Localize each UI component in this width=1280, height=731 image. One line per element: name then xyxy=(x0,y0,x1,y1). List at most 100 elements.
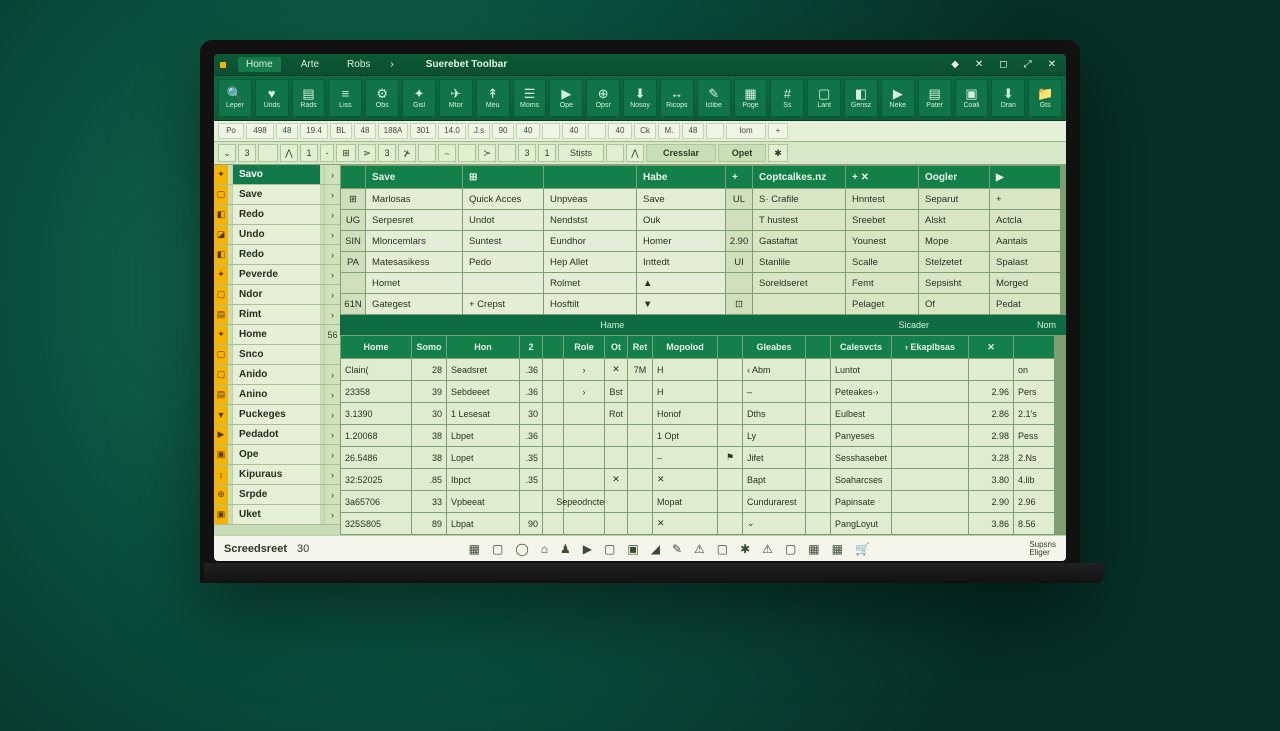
wc-3[interactable]: ⤢ xyxy=(1020,59,1036,70)
table-cell[interactable] xyxy=(892,381,968,402)
table-cell[interactable]: Seadsret xyxy=(447,359,519,380)
table-cell[interactable]: 1 Opt xyxy=(653,425,717,446)
table-cell[interactable]: 26.5486 xyxy=(341,447,411,468)
table-cell[interactable]: 30 xyxy=(412,403,446,424)
menu-arte[interactable]: Arte xyxy=(293,57,327,72)
ribbon-rads[interactable]: ▤Rads xyxy=(292,79,326,117)
ruler1-cell[interactable]: BL xyxy=(330,123,352,139)
sidebar-item-ope[interactable]: ▣Ope› xyxy=(214,445,340,465)
table-cell[interactable]: 89 xyxy=(412,513,446,534)
table-cell[interactable] xyxy=(892,469,968,490)
status-icon[interactable]: ▶ xyxy=(583,542,592,556)
menu-robs[interactable]: Robs xyxy=(339,57,378,72)
sidebar-item-ndor[interactable]: ▢Ndor› xyxy=(214,285,340,305)
cmd-cell[interactable]: Morged xyxy=(990,273,1060,293)
ruler1-cell[interactable]: 48 xyxy=(682,123,704,139)
ruler2-cell[interactable]: ⋗ xyxy=(358,144,376,162)
status-icon[interactable]: ✱ xyxy=(740,542,750,556)
ribbon-opsr[interactable]: ⊕Opsr xyxy=(586,79,620,117)
table-cell[interactable] xyxy=(892,447,968,468)
table-cell[interactable]: Luntot xyxy=(831,359,891,380)
ribbon-unds[interactable]: ♥Unds xyxy=(255,79,289,117)
table-cell[interactable]: 2.96 xyxy=(969,381,1013,402)
close-icon[interactable]: ✕ xyxy=(1044,59,1060,70)
cmd-cell[interactable]: Separut xyxy=(919,189,989,209)
status-icon[interactable]: ▦ xyxy=(469,542,480,556)
table-cell[interactable] xyxy=(605,425,627,446)
status-icon[interactable]: ♟ xyxy=(560,542,571,556)
ribbon-coali[interactable]: ▣Coali xyxy=(955,79,989,117)
table-cell[interactable]: on xyxy=(1014,359,1054,380)
table-cell[interactable] xyxy=(806,491,830,512)
table-cell[interactable] xyxy=(605,491,627,512)
ruler1-cell[interactable]: + xyxy=(768,123,788,139)
sidebar-item-uket[interactable]: ▣Uket› xyxy=(214,505,340,525)
ruler2-cell[interactable] xyxy=(458,144,476,162)
table-cell[interactable]: Lopet xyxy=(447,447,519,468)
table-cell[interactable] xyxy=(564,425,604,446)
cmd-cell[interactable]: Soreldseret xyxy=(753,273,845,293)
table-cell[interactable]: Sesshasebet xyxy=(831,447,891,468)
table-header[interactable]: Ret xyxy=(628,336,652,358)
table-cell[interactable] xyxy=(892,513,968,534)
ruler2-cell[interactable]: ⌄ xyxy=(218,144,236,162)
table-cell[interactable]: 3.1390 xyxy=(341,403,411,424)
table-header[interactable]: Hon xyxy=(447,336,519,358)
table-header[interactable]: Calesvcts xyxy=(831,336,891,358)
table-cell[interactable]: ✕ xyxy=(605,469,627,490)
ruler2-cell[interactable]: - xyxy=(320,144,334,162)
ruler2-cell[interactable]: ⋀ xyxy=(280,144,298,162)
ribbon-lant[interactable]: ▢Lant xyxy=(807,79,841,117)
table-cell[interactable]: Mopat xyxy=(653,491,717,512)
cmd-header[interactable]: + ✕ xyxy=(846,166,918,188)
table-cell[interactable]: Jifet xyxy=(743,447,805,468)
table-cell[interactable] xyxy=(605,447,627,468)
table-header[interactable]: 2 xyxy=(520,336,542,358)
ruler1-cell[interactable]: 188A xyxy=(378,123,408,139)
cmd-header[interactable] xyxy=(544,166,636,188)
table-cell[interactable]: Panyeses xyxy=(831,425,891,446)
table-cell[interactable]: 1.20068 xyxy=(341,425,411,446)
table-cell[interactable]: .36 xyxy=(520,425,542,446)
ruler2-cell[interactable]: 3 xyxy=(238,144,256,162)
table-cell[interactable]: .36 xyxy=(520,359,542,380)
table-cell[interactable]: Clain( xyxy=(341,359,411,380)
cmd-cell[interactable]: Pedat xyxy=(990,294,1060,314)
ruler2-cell[interactable]: Stists xyxy=(558,144,604,162)
ruler2-cell[interactable]: ⌢ xyxy=(438,144,456,162)
ruler1-cell[interactable]: 48 xyxy=(354,123,376,139)
table-cell[interactable]: 28 xyxy=(412,359,446,380)
table-cell[interactable]: Soaharcses xyxy=(831,469,891,490)
ruler2-cell[interactable]: 3 xyxy=(518,144,536,162)
ribbon-meu[interactable]: ↟Meu xyxy=(476,79,510,117)
table-cell[interactable] xyxy=(806,359,830,380)
cmd-header[interactable]: Habe xyxy=(637,166,725,188)
table-cell[interactable]: 3a65706 xyxy=(341,491,411,512)
ruler1-cell[interactable] xyxy=(588,123,606,139)
cmd-cell[interactable]: Hnntest xyxy=(846,189,918,209)
table-cell[interactable]: Dths xyxy=(743,403,805,424)
status-right[interactable]: Supsns Eliger xyxy=(1029,541,1056,557)
table-cell[interactable]: Cundurarest xyxy=(743,491,805,512)
ruler1-cell[interactable]: 40 xyxy=(608,123,632,139)
status-icon[interactable]: ◯ xyxy=(515,542,528,556)
table-header[interactable]: ✕ xyxy=(969,336,1013,358)
ruler2-cell[interactable] xyxy=(498,144,516,162)
sidebar-item-kipuraus[interactable]: ↕Kipuraus› xyxy=(214,465,340,485)
ruler1-cell[interactable] xyxy=(706,123,724,139)
table-header[interactable]: Mopolod xyxy=(653,336,717,358)
ribbon-iclibe[interactable]: ✎Iclibe xyxy=(697,79,731,117)
table-cell[interactable]: ✕ xyxy=(653,469,717,490)
table-cell[interactable]: Lbpet xyxy=(447,425,519,446)
ribbon-neke[interactable]: ▶Neke xyxy=(881,79,915,117)
table-cell[interactable] xyxy=(543,425,563,446)
table-cell[interactable]: .35 xyxy=(520,447,542,468)
table-cell[interactable] xyxy=(628,425,652,446)
sidebar-item-rimt[interactable]: ▤Rimt› xyxy=(214,305,340,325)
table-cell[interactable] xyxy=(718,513,742,534)
table-cell[interactable] xyxy=(628,469,652,490)
table-cell[interactable] xyxy=(718,491,742,512)
table-cell[interactable]: Papinsate xyxy=(831,491,891,512)
table-cell[interactable]: Ibpct xyxy=(447,469,519,490)
ruler1-cell[interactable]: J.s xyxy=(468,123,490,139)
